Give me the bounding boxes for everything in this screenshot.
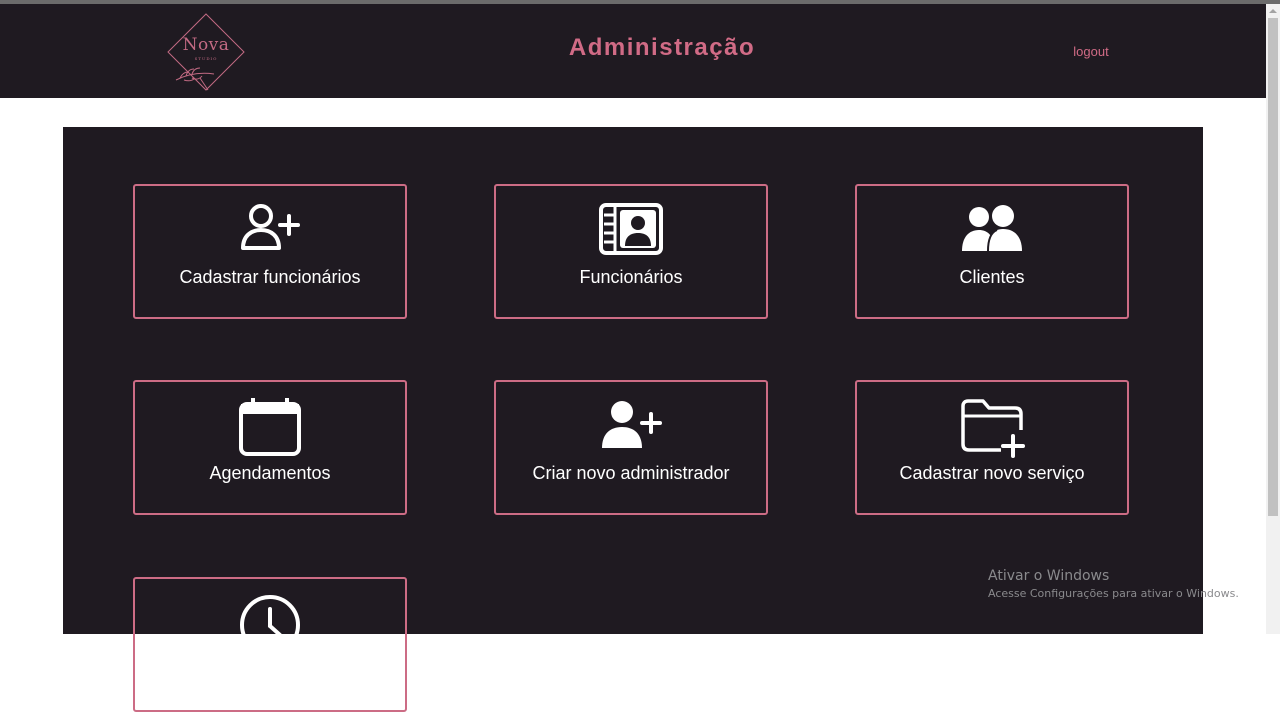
calendar-icon xyxy=(135,398,405,458)
card-horarios[interactable] xyxy=(133,577,407,712)
page-title: Administração xyxy=(568,34,756,61)
user-plus-solid-icon xyxy=(496,398,766,458)
card-agendamentos[interactable]: Agendamentos xyxy=(133,380,407,515)
user-plus-icon xyxy=(135,202,405,262)
logo[interactable]: Nova STUDIO xyxy=(162,8,250,94)
watermark-title: Ativar o Windows xyxy=(988,568,1110,584)
card-criar-novo-administrador[interactable]: Criar novo administrador xyxy=(494,380,768,515)
card-label: Funcionários xyxy=(579,267,683,287)
card-label: Clientes xyxy=(959,267,1025,287)
card-clientes[interactable]: Clientes xyxy=(855,184,1129,319)
logo-subtext: STUDIO xyxy=(194,56,218,61)
card-label: Cadastrar funcionários xyxy=(179,267,361,287)
card-label: Agendamentos xyxy=(209,463,331,483)
folder-plus-icon xyxy=(857,398,1127,458)
card-cadastrar-novo-servico[interactable]: Cadastrar novo serviço xyxy=(855,380,1129,515)
users-icon xyxy=(857,202,1127,262)
card-cadastrar-funcionarios[interactable]: Cadastrar funcionários xyxy=(133,184,407,319)
scrollbar-thumb[interactable] xyxy=(1268,18,1278,516)
vertical-scrollbar[interactable] xyxy=(1266,4,1280,634)
header-bar: Nova STUDIO Administração logout xyxy=(0,4,1266,98)
scroll-up-arrow-icon[interactable] xyxy=(1266,4,1280,18)
watermark-subtitle: Acesse Configurações para ativar o Windo… xyxy=(988,587,1239,600)
logout-link[interactable]: logout xyxy=(1060,44,1122,59)
windows-activation-watermark: Ativar o Windows Acesse Configurações pa… xyxy=(988,568,1268,600)
admin-panel: Cadastrar funcionários Funcionários Clie… xyxy=(63,127,1203,712)
logo-text: Nova xyxy=(182,35,230,55)
card-label: Criar novo administrador xyxy=(532,463,730,483)
id-card-icon xyxy=(496,202,766,262)
card-label: Cadastrar novo serviço xyxy=(899,463,1085,483)
clock-icon xyxy=(135,595,405,655)
card-funcionarios[interactable]: Funcionários xyxy=(494,184,768,319)
